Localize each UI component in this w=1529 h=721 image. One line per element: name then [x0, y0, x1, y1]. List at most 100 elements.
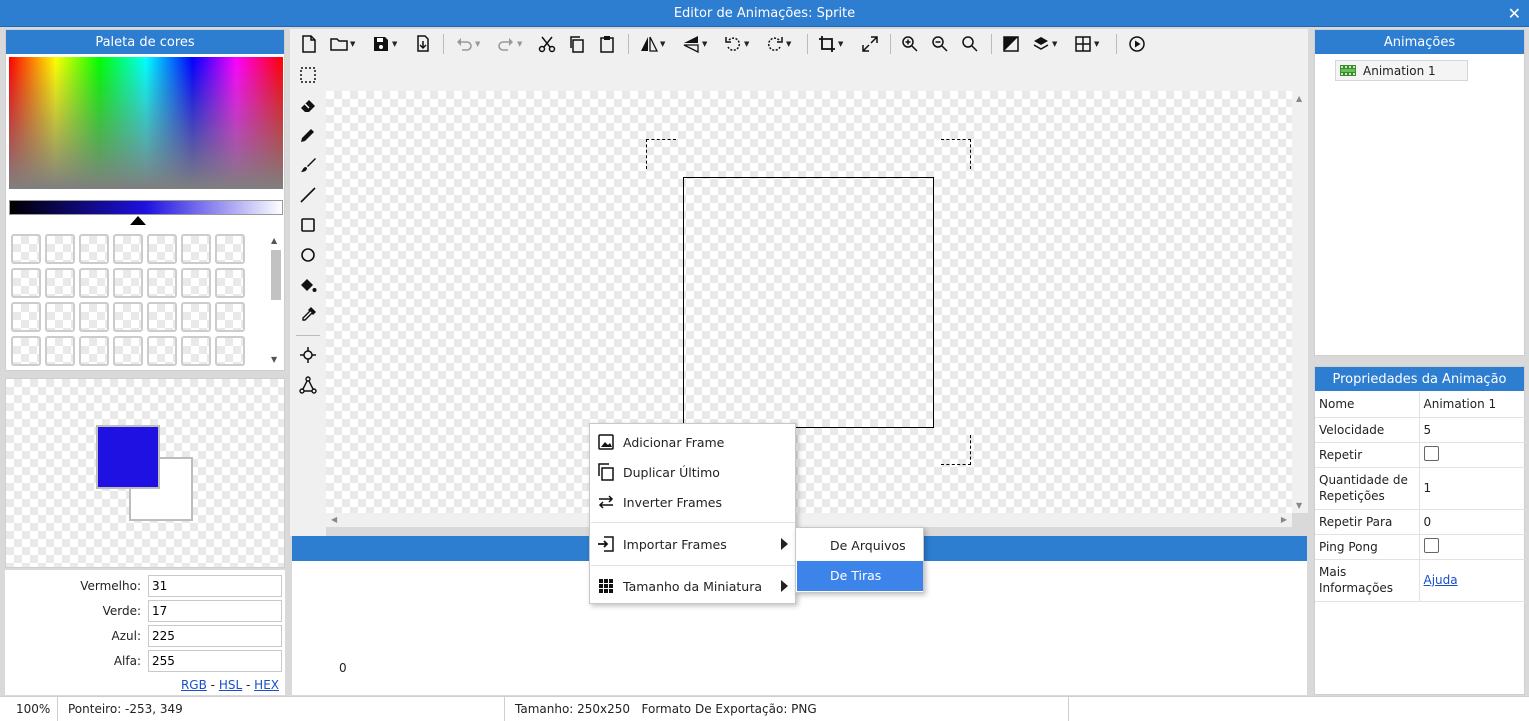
- color-swatch[interactable]: [45, 336, 75, 366]
- color-swatch[interactable]: [113, 268, 143, 298]
- rotate-left-icon[interactable]: ▼: [724, 33, 749, 55]
- color-swatch[interactable]: [45, 234, 75, 264]
- alpha-input[interactable]: [148, 650, 282, 672]
- save-icon[interactable]: ▼: [372, 33, 397, 55]
- zoom-out-icon[interactable]: [931, 33, 949, 55]
- drawing-canvas[interactable]: [326, 91, 1292, 513]
- scroll-left-icon[interactable]: ◀: [331, 515, 337, 524]
- chevron-down-icon[interactable]: ▼: [517, 40, 522, 48]
- pivot-icon[interactable]: [299, 346, 317, 364]
- crop-icon[interactable]: ▼: [818, 33, 843, 55]
- eyedropper-icon[interactable]: [299, 306, 317, 324]
- close-icon[interactable]: ✕: [1508, 0, 1521, 28]
- zoom-reset-icon[interactable]: [961, 33, 979, 55]
- color-swatch[interactable]: [45, 302, 75, 332]
- brightness-slider[interactable]: [9, 200, 283, 215]
- repeat-checkbox[interactable]: [1423, 445, 1439, 461]
- prop-speed-value[interactable]: 5: [1419, 417, 1526, 443]
- eraser-icon[interactable]: [299, 96, 317, 114]
- new-file-icon[interactable]: [300, 33, 318, 55]
- help-link[interactable]: Ajuda: [1424, 573, 1458, 587]
- red-input[interactable]: [148, 575, 282, 597]
- color-swatch[interactable]: [11, 336, 41, 366]
- menu-thumbnail-size[interactable]: Tamanho da Miniatura: [590, 572, 795, 600]
- fill-bucket-icon[interactable]: [299, 276, 317, 294]
- chevron-down-icon[interactable]: ▼: [475, 40, 480, 48]
- color-swatch[interactable]: [45, 268, 75, 298]
- undo-icon[interactable]: ▼: [455, 33, 480, 55]
- color-swatch[interactable]: [147, 268, 177, 298]
- color-swatch[interactable]: [147, 302, 177, 332]
- color-swatch[interactable]: [181, 302, 211, 332]
- hex-link[interactable]: HEX: [254, 678, 279, 692]
- color-swatch[interactable]: [79, 302, 109, 332]
- chevron-down-icon[interactable]: ▼: [660, 40, 665, 48]
- prop-repeat-to-value[interactable]: 0: [1419, 509, 1526, 535]
- color-swatch[interactable]: [113, 234, 143, 264]
- color-swatch[interactable]: [215, 268, 245, 298]
- play-icon[interactable]: [1128, 33, 1146, 55]
- color-swatch[interactable]: [79, 234, 109, 264]
- foreground-color-box[interactable]: [96, 425, 160, 489]
- menu-reverse-frames[interactable]: Inverter Frames: [590, 488, 795, 516]
- color-swatch[interactable]: [79, 336, 109, 366]
- chevron-down-icon[interactable]: ▼: [786, 40, 791, 48]
- color-swatch[interactable]: [181, 234, 211, 264]
- color-swatch[interactable]: [113, 336, 143, 366]
- scroll-right-icon[interactable]: ▶: [1281, 515, 1287, 524]
- zoom-in-icon[interactable]: [901, 33, 919, 55]
- color-spectrum[interactable]: [9, 57, 283, 189]
- line-icon[interactable]: [299, 186, 317, 204]
- chevron-down-icon[interactable]: ▼: [350, 40, 355, 48]
- hsl-link[interactable]: HSL: [219, 678, 242, 692]
- chevron-down-icon[interactable]: ▼: [392, 40, 397, 48]
- animation-list-item[interactable]: Animation 1: [1335, 60, 1468, 81]
- fullscreen-icon[interactable]: [861, 33, 879, 55]
- select-icon[interactable]: [299, 66, 317, 84]
- pencil-icon[interactable]: [299, 126, 317, 144]
- flip-vertical-icon[interactable]: ▼: [682, 33, 707, 55]
- grid-icon[interactable]: ▼: [1074, 33, 1099, 55]
- rotate-right-icon[interactable]: ▼: [766, 33, 791, 55]
- flip-horizontal-icon[interactable]: ▼: [640, 33, 665, 55]
- chevron-down-icon[interactable]: ▼: [1094, 40, 1099, 48]
- open-folder-icon[interactable]: ▼: [330, 33, 355, 55]
- submenu-from-files[interactable]: De Arquivos: [797, 531, 923, 561]
- color-swatch[interactable]: [11, 234, 41, 264]
- bone-icon[interactable]: [299, 376, 317, 394]
- color-swatch[interactable]: [215, 302, 245, 332]
- green-input[interactable]: [148, 600, 282, 622]
- chevron-down-icon[interactable]: ▼: [702, 40, 707, 48]
- menu-import-frames[interactable]: Importar Frames: [590, 530, 795, 558]
- scroll-thumb[interactable]: [271, 250, 281, 300]
- blue-input[interactable]: [148, 625, 282, 647]
- color-swatch[interactable]: [11, 268, 41, 298]
- paste-icon[interactable]: [598, 33, 616, 55]
- ellipse-icon[interactable]: [299, 246, 317, 264]
- color-swatch[interactable]: [11, 302, 41, 332]
- color-swatch[interactable]: [113, 302, 143, 332]
- menu-add-frame[interactable]: Adicionar Frame: [590, 428, 795, 456]
- export-icon[interactable]: [414, 33, 432, 55]
- prop-name-value[interactable]: Animation 1: [1419, 392, 1526, 418]
- pingpong-checkbox[interactable]: [1423, 537, 1439, 553]
- color-swatch[interactable]: [215, 336, 245, 366]
- scroll-up-icon[interactable]: ▲: [271, 236, 277, 245]
- swatch-scrollbar[interactable]: ▲ ▼: [269, 236, 281, 364]
- copy-icon[interactable]: [568, 33, 586, 55]
- chevron-down-icon[interactable]: ▼: [744, 40, 749, 48]
- prop-repeat-count-value[interactable]: 1: [1419, 467, 1526, 510]
- canvas-horizontal-scrollbar[interactable]: ◀ ▶: [326, 513, 1292, 527]
- color-swatch[interactable]: [147, 234, 177, 264]
- color-swatch[interactable]: [181, 336, 211, 366]
- color-swatch[interactable]: [147, 336, 177, 366]
- slider-handle-icon[interactable]: [130, 216, 146, 225]
- rectangle-icon[interactable]: [299, 216, 317, 234]
- chevron-down-icon[interactable]: ▼: [838, 40, 843, 48]
- scroll-up-icon[interactable]: ▲: [1296, 94, 1302, 103]
- color-swatch[interactable]: [181, 268, 211, 298]
- submenu-from-strips[interactable]: De Tiras: [797, 561, 923, 591]
- brush-icon[interactable]: [299, 156, 317, 174]
- scroll-down-icon[interactable]: ▼: [271, 355, 277, 364]
- cut-icon[interactable]: [538, 33, 556, 55]
